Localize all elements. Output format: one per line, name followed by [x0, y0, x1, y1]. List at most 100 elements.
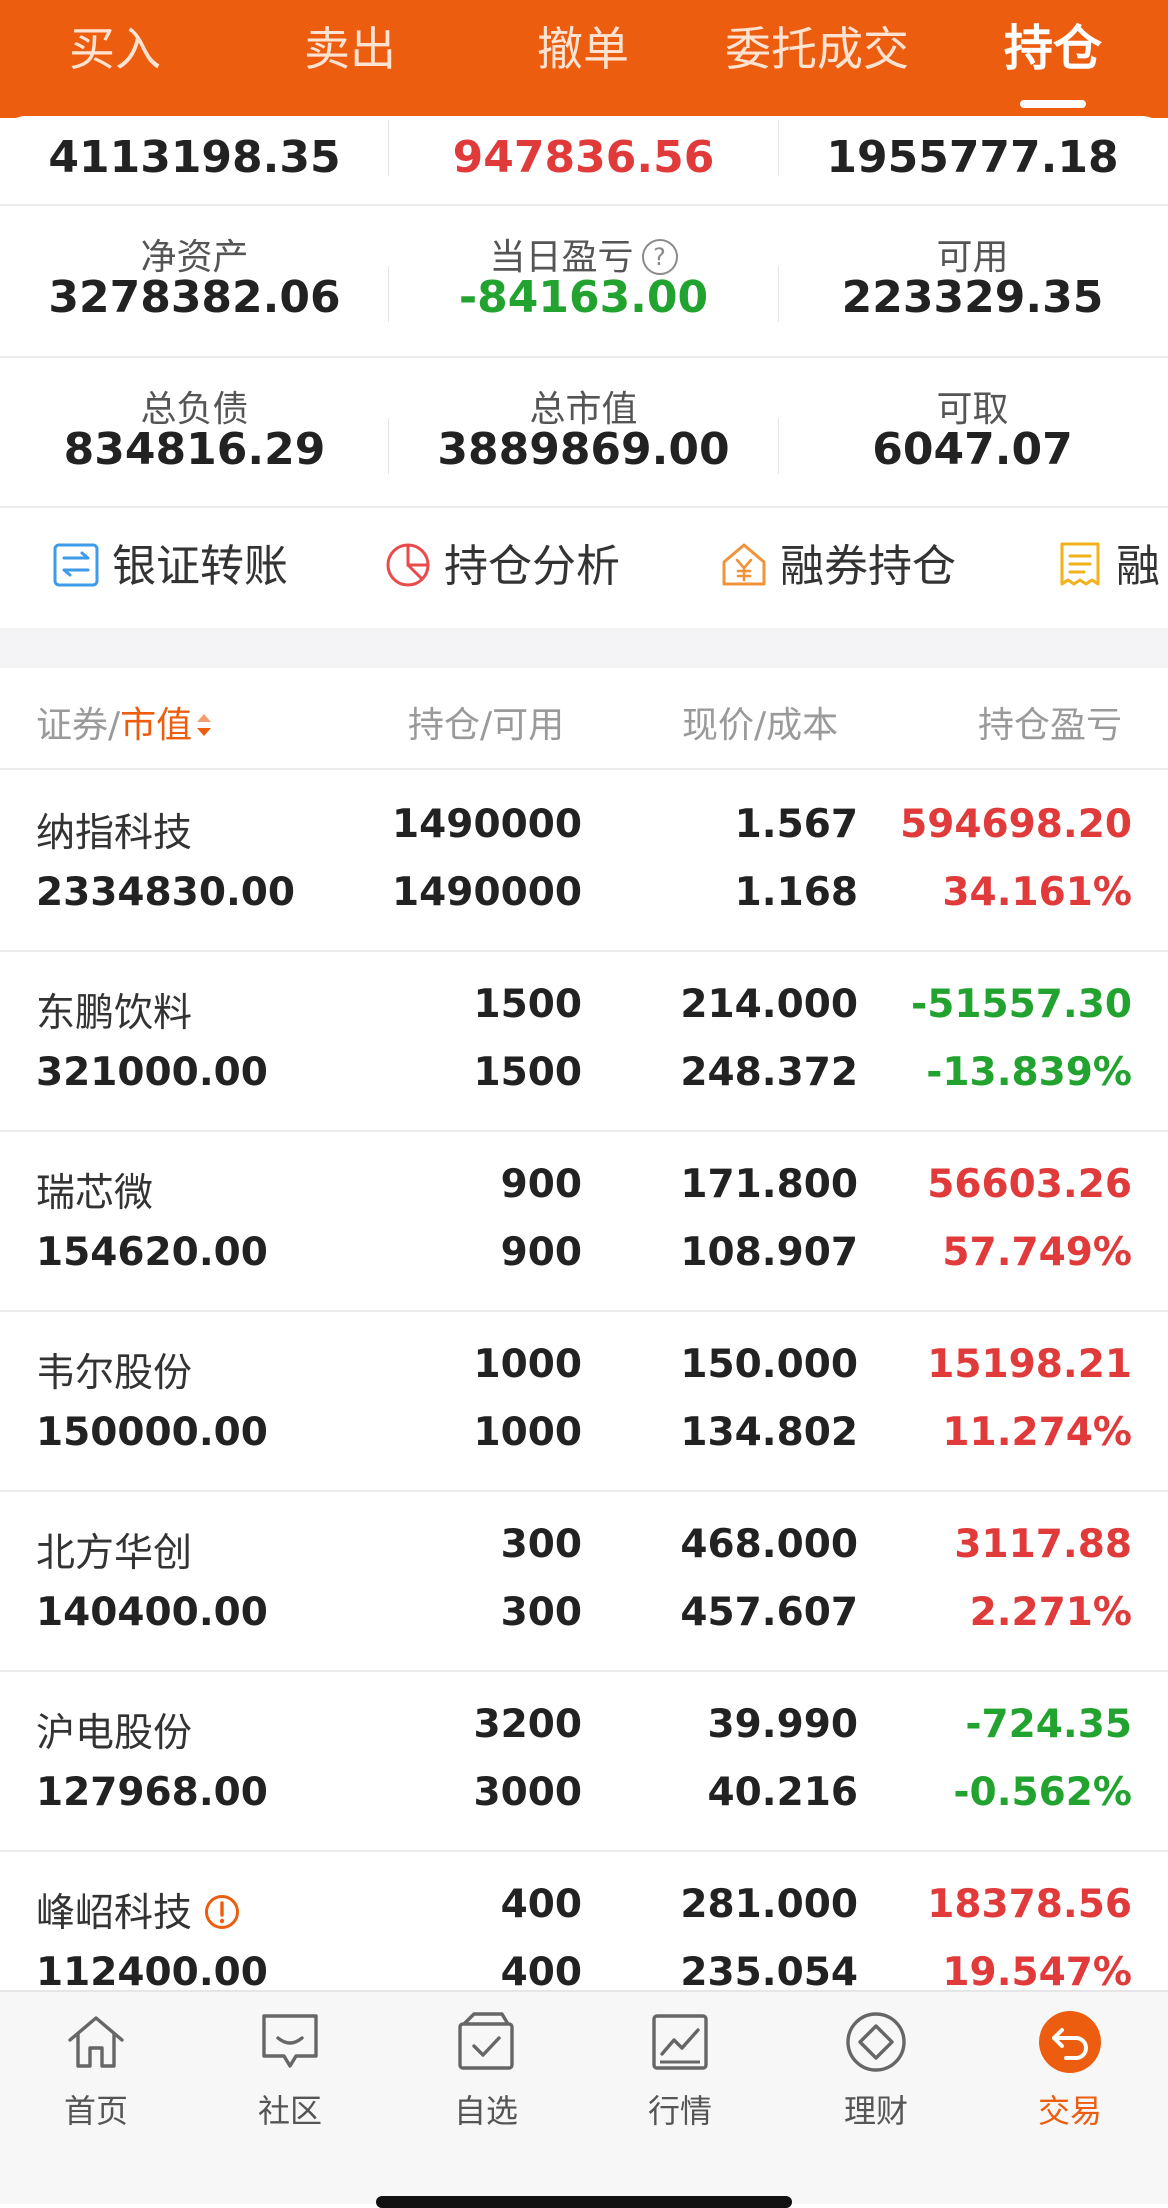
stock-name: 峰岹科技: [36, 1891, 193, 1936]
table-row[interactable]: 东鹏饮料 321000.00 1500 1500 214.000 248.372…: [0, 950, 1168, 1132]
current-price: 214.000: [680, 982, 858, 1027]
tab-cancel-order[interactable]: 撤单: [508, 14, 658, 84]
header-market-value: 市值: [120, 705, 193, 746]
table-row[interactable]: 韦尔股份 150000.00 1000 1000 150.000 134.802…: [0, 1310, 1168, 1492]
tab-buy[interactable]: 买入: [40, 14, 190, 84]
nav-community[interactable]: 社区: [230, 2010, 350, 2130]
home-indicator[interactable]: [376, 2196, 792, 2208]
summary-top-value-1: 4113198.35: [48, 132, 341, 183]
trade-icon: [1039, 2011, 1101, 2073]
quick-actions-bar: 银证转账 持仓分析 融券持仓 融: [0, 508, 1168, 628]
available-funds-value: 223329.35: [841, 272, 1104, 323]
available-qty: 1000: [473, 1410, 582, 1455]
header-price-cost[interactable]: 现价/成本: [682, 696, 838, 748]
quick-action-position-analysis[interactable]: 持仓分析: [384, 508, 644, 628]
current-price: 171.800: [680, 1162, 858, 1207]
position-pl-pct: 2.271%: [969, 1590, 1132, 1635]
market-value: 321000.00: [36, 1050, 268, 1095]
position-qty: 300: [500, 1522, 582, 1567]
watchlist-icon: [458, 2012, 514, 2070]
position-pl-pct: -13.839%: [926, 1050, 1132, 1095]
total-liabilities-value: 834816.29: [63, 424, 326, 475]
table-row[interactable]: 北方华创 140400.00 300 300 468.000 457.607 3…: [0, 1490, 1168, 1672]
position-pl-pct: 34.161%: [942, 870, 1132, 915]
account-summary-panel: 4113198.35 947836.56 1955777.18 净资产 3278…: [0, 116, 1168, 628]
stock-name: 韦尔股份: [36, 1351, 193, 1396]
withdrawable-funds: 可取 6047.07: [778, 358, 1167, 508]
nav-label: 社区: [257, 2092, 322, 2130]
stock-name: 北方华创: [36, 1531, 193, 1576]
current-price: 150.000: [680, 1342, 858, 1387]
position-pl: 18378.56: [927, 1882, 1132, 1927]
position-qty: 900: [500, 1162, 582, 1207]
current-price: 468.000: [680, 1522, 858, 1567]
quick-action-short-positions[interactable]: 融券持仓: [720, 508, 980, 628]
pie-chart-icon: [386, 543, 430, 587]
position-qty: 400: [500, 1882, 582, 1927]
quick-action-bank-transfer[interactable]: 银证转账: [52, 508, 312, 628]
nav-trade[interactable]: 交易: [1010, 2010, 1130, 2130]
header-position-pl[interactable]: 持仓盈亏: [978, 696, 1168, 748]
table-row[interactable]: 峰岹科技 112400.00 400 400 281.000 235.054 1…: [0, 1850, 1168, 1990]
table-row[interactable]: 纳指科技 2334830.00 1490000 1490000 1.567 1.…: [0, 770, 1168, 952]
position-pl-pct: 11.274%: [942, 1410, 1132, 1455]
nav-home[interactable]: 首页: [36, 2010, 156, 2130]
nav-label: 交易: [1037, 2092, 1102, 2130]
position-pl-pct: -0.562%: [953, 1770, 1132, 1815]
quick-action-margin[interactable]: 融: [1056, 508, 1168, 628]
current-price: 281.000: [680, 1882, 858, 1927]
table-row[interactable]: 沪电股份 127968.00 3200 3000 39.990 40.216 -…: [0, 1670, 1168, 1852]
position-pl: 594698.20: [900, 802, 1132, 847]
cost-price: 1.168: [734, 870, 858, 915]
warning-icon[interactable]: [204, 1894, 240, 1930]
help-icon[interactable]: ?: [641, 239, 678, 275]
stock-name: 纳指科技: [36, 811, 193, 856]
position-pl: -51557.30: [911, 982, 1132, 1027]
chat-icon: [262, 2014, 318, 2068]
positions-list: 纳指科技 2334830.00 1490000 1490000 1.567 1.…: [0, 770, 1168, 1990]
position-pl-pct: 57.749%: [942, 1230, 1132, 1275]
divider: [388, 418, 389, 474]
stock-name: 沪电股份: [36, 1711, 193, 1756]
summary-top-value-3: 1955777.18: [826, 132, 1119, 183]
divider: [778, 120, 779, 176]
header-security: 证券: [36, 705, 109, 746]
position-qty: 1500: [473, 982, 582, 1027]
summary-top-cell-1: 4113198.35: [0, 116, 389, 204]
available-qty: 400: [500, 1950, 582, 1990]
available-qty: 300: [500, 1590, 582, 1635]
nav-wealth[interactable]: 理财: [816, 2010, 936, 2130]
divider: [388, 120, 389, 176]
position-qty: 1000: [473, 1342, 582, 1387]
table-row[interactable]: 瑞芯微 154620.00 900 900 171.800 108.907 56…: [0, 1130, 1168, 1312]
positions-table-header: 证券/市值 持仓/可用 现价/成本 持仓盈亏: [0, 668, 1168, 770]
summary-top-cell-3: 1955777.18: [778, 116, 1167, 204]
diamond-icon: [846, 2012, 906, 2072]
market-value: 140400.00: [36, 1590, 268, 1635]
tab-sell[interactable]: 卖出: [275, 14, 425, 84]
quick-action-label: 银证转账: [112, 541, 288, 592]
available-qty: 900: [500, 1230, 582, 1275]
cost-price: 134.802: [680, 1410, 858, 1455]
header-position-available[interactable]: 持仓/可用: [408, 696, 564, 748]
position-pl: -724.35: [965, 1702, 1132, 1747]
tab-orders-trades[interactable]: 委托成交: [712, 14, 922, 84]
nav-watchlist[interactable]: 自选: [426, 2010, 546, 2130]
header-security-market-value[interactable]: 证券/市值: [36, 696, 214, 748]
total-market-value-value: 3889869.00: [437, 424, 730, 475]
nav-market[interactable]: 行情: [620, 2010, 740, 2130]
position-qty: 1490000: [392, 802, 582, 847]
nav-label: 行情: [647, 2092, 712, 2130]
available-funds: 可用 223329.35: [778, 206, 1167, 356]
tab-positions[interactable]: 持仓: [978, 14, 1128, 84]
available-qty: 3000: [473, 1770, 582, 1815]
withdrawable-value: 6047.07: [872, 424, 1073, 475]
section-gap: [0, 628, 1168, 668]
top-tab-bar: 买入 卖出 撤单 委托成交 持仓: [0, 0, 1168, 118]
position-qty: 3200: [473, 1702, 582, 1747]
market-chart-icon: [652, 2014, 708, 2070]
yen-house-icon: [722, 543, 766, 586]
cost-price: 108.907: [680, 1230, 858, 1275]
current-price: 39.990: [707, 1702, 859, 1747]
quick-action-label: 融: [1116, 541, 1160, 592]
